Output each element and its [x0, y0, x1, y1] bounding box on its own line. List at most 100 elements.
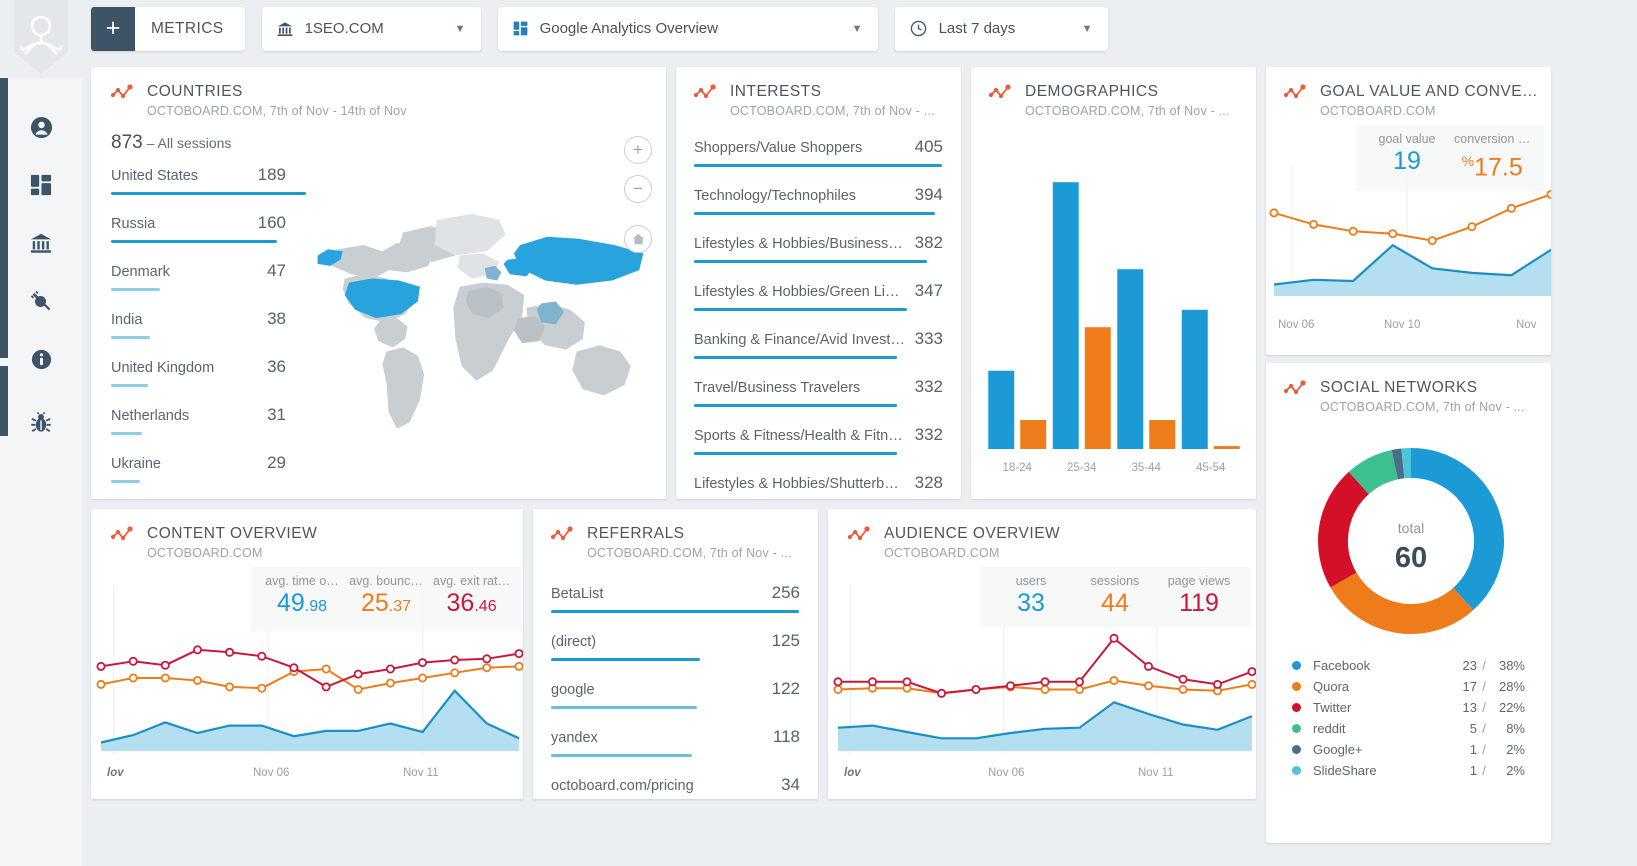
legend-item[interactable]: Facebook 23 / 38% — [1292, 655, 1525, 676]
grid-icon — [30, 174, 52, 196]
metric-column: avg. bounc… 25.37 — [349, 574, 423, 622]
list-item-bar — [694, 212, 935, 215]
list-item[interactable]: octoboard.com/pricing 34 — [551, 766, 800, 799]
sparkline-icon — [111, 84, 133, 99]
bank-icon — [277, 21, 293, 37]
list-item-value: 31 — [267, 405, 286, 424]
demographics-bar-chart: 18-24 25-34 35-44 45-54 — [985, 159, 1243, 489]
metric-value: 19 — [1393, 147, 1421, 175]
list-item[interactable]: Lifestyles & Hobbies/Green Liv… 347 — [694, 272, 943, 320]
list-item-bar — [694, 356, 898, 359]
list-item[interactable]: Ukraine 29 — [111, 444, 286, 492]
legend-item[interactable]: Twitter 13 / 22% — [1292, 697, 1525, 718]
list-item[interactable]: Sports & Fitness/Health & Fitn… 332 — [694, 416, 943, 464]
svg-text:18-24: 18-24 — [1003, 462, 1033, 474]
card-social-header: SOCIAL NETWORKS OCTOBOARD.COM, 7th of No… — [1266, 363, 1551, 414]
map-zoom-out-button[interactable]: − — [624, 175, 652, 203]
legend-color-dot — [1292, 682, 1301, 691]
card-demographics-title: DEMOGRAPHICS — [1025, 83, 1159, 100]
sidebar-item-integrations[interactable] — [0, 272, 82, 330]
list-item[interactable]: Denmark 47 — [111, 252, 286, 300]
list-item[interactable]: Travel/Business Travelers 332 — [694, 368, 943, 416]
metric-label: avg. time o… — [265, 574, 339, 588]
list-item[interactable]: Lifestyles & Hobbies/Shutterb… 328 — [694, 464, 943, 499]
metric-value: 49.98 — [276, 589, 328, 617]
list-item-value: 405 — [914, 137, 943, 156]
axis-tick-label: lov — [844, 767, 861, 779]
list-item[interactable]: Shoppers/Value Shoppers 405 — [694, 128, 943, 176]
legend-separator: / — [1482, 742, 1486, 757]
metric-value: 36.46 — [446, 589, 497, 617]
sparkline-icon — [694, 84, 716, 99]
legend-item[interactable]: Quora 17 / 28% — [1292, 676, 1525, 697]
sparkline-icon — [848, 526, 870, 541]
sidebar-item-bank[interactable] — [0, 214, 82, 272]
sidebar-item-dashboards[interactable] — [0, 156, 82, 214]
legend-item[interactable]: SlideShare 1 / 2% — [1292, 760, 1525, 781]
list-item-value: 382 — [914, 233, 943, 252]
list-item-value: 47 — [267, 261, 286, 280]
sidebar-item-account[interactable] — [0, 98, 82, 156]
axis-tick-label: Nov 06 — [988, 767, 1025, 779]
list-item-label: BetaList — [551, 586, 604, 602]
legend-value: 13 — [1462, 700, 1477, 715]
card-demographics: DEMOGRAPHICS OCTOBOARD.COM, 7th of Nov -… — [971, 67, 1256, 499]
list-item[interactable]: Russia 160 — [111, 204, 286, 252]
metrics-label: METRICS — [151, 19, 224, 37]
add-metrics-button[interactable]: + METRICS — [91, 6, 245, 51]
axis-tick-label: Nov — [1516, 319, 1537, 331]
metric-label: avg. bounc… — [349, 574, 423, 588]
list-item[interactable]: Banking & Finance/Avid Invest… 333 — [694, 320, 943, 368]
app-logo[interactable] — [0, 0, 82, 78]
map-home-button[interactable] — [624, 225, 652, 253]
date-range-selector[interactable]: Last 7 days ▼ — [894, 6, 1108, 51]
list-item[interactable]: yandex 118 — [551, 718, 800, 766]
list-item-label: Travel/Business Travelers — [694, 380, 861, 396]
bank-icon — [30, 233, 52, 253]
list-item[interactable]: Lifestyles & Hobbies/Business… 382 — [694, 224, 943, 272]
sidebar-item-info[interactable] — [0, 330, 82, 388]
axis-tick-label: Nov 11 — [1138, 767, 1174, 779]
axis-tick-label: lov — [107, 767, 124, 779]
list-item[interactable]: BetaList 256 — [551, 574, 800, 622]
list-item[interactable]: google 122 — [551, 670, 800, 718]
site-selector[interactable]: 1SEO.COM ▼ — [261, 6, 481, 51]
bug-icon — [31, 412, 51, 433]
card-audience-header: AUDIENCE OVERVIEW OCTOBOARD.COM — [828, 509, 1256, 560]
metric-column: goal value 19 — [1370, 132, 1444, 182]
map-zoom-in-button[interactable]: + — [624, 136, 652, 164]
legend-separator: / — [1482, 721, 1486, 736]
svg-text:25-34: 25-34 — [1067, 462, 1097, 474]
card-social-subtitle: OCTOBOARD.COM, 7th of Nov - ... — [1320, 400, 1525, 414]
list-item[interactable]: Netherlands 31 — [111, 396, 286, 444]
legend-label: reddit — [1313, 721, 1346, 736]
list-item[interactable]: United States 189 — [111, 156, 306, 204]
list-item-value: 34 — [781, 775, 800, 794]
list-item[interactable]: (direct) 125 — [551, 622, 800, 670]
social-legend: Facebook 23 / 38% Quora 17 / 28% Twitter 13 / 22% re… — [1266, 655, 1551, 781]
sparkline-icon — [989, 84, 1011, 99]
metric-column: avg. time o… 49.98 — [265, 574, 339, 622]
report-selector[interactable]: Google Analytics Overview ▼ — [497, 6, 878, 51]
list-item-bar — [111, 192, 306, 195]
list-item[interactable]: Technology/Technophiles 394 — [694, 176, 943, 224]
list-item-value: 333 — [914, 329, 943, 348]
list-item-label: octoboard.com/pricing — [551, 778, 694, 794]
legend-value: 1 — [1469, 742, 1477, 757]
list-item[interactable]: United Kingdom 36 — [111, 348, 286, 396]
sidebar-item-bug[interactable] — [0, 394, 82, 452]
card-goal-title: GOAL VALUE AND CONVE… — [1320, 83, 1539, 100]
legend-separator: / — [1482, 679, 1486, 694]
list-item[interactable]: India 38 — [111, 300, 286, 348]
axis-tick-label: Nov 10 — [1384, 319, 1421, 331]
list-item-value: 160 — [257, 213, 286, 232]
chevron-down-icon: ▼ — [851, 22, 863, 35]
metric-value: %17.5 — [1461, 153, 1523, 182]
card-audience-title: AUDIENCE OVERVIEW — [884, 525, 1061, 542]
legend-item[interactable]: Google+ 1 / 2% — [1292, 739, 1525, 760]
card-referrals-header: REFERRALS OCTOBOARD.COM, 7th of Nov - ..… — [533, 509, 818, 560]
legend-item[interactable]: reddit 5 / 8% — [1292, 718, 1525, 739]
list-item[interactable]: Germany26 — [111, 492, 286, 499]
metric-label: page views — [1167, 574, 1231, 588]
world-map[interactable] — [303, 155, 658, 475]
